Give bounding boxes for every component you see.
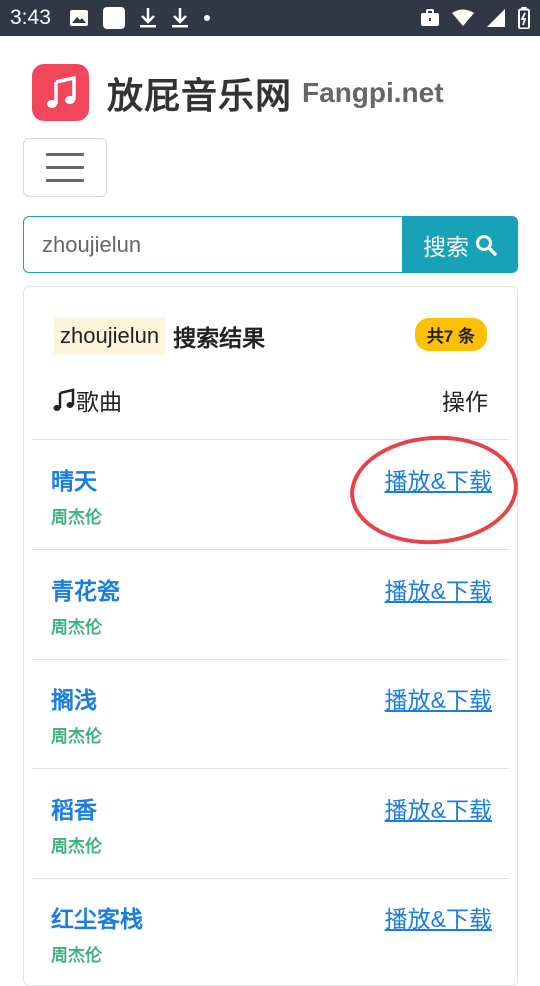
song-artist[interactable]: 周杰伦: [51, 941, 102, 966]
results-count-badge: 共7 条: [414, 318, 487, 351]
list-item: 稻香 周杰伦 播放&下载: [32, 769, 509, 877]
results-column-header: 歌曲 操作: [52, 383, 488, 417]
signal-icon: [487, 9, 505, 27]
briefcase-icon: [421, 9, 439, 26]
song-title[interactable]: 搁浅: [51, 681, 97, 715]
wifi-icon: [452, 9, 474, 26]
play-download-link[interactable]: 播放&下载: [385, 572, 492, 606]
site-header: 放屁音乐网 Fangpi.net: [32, 64, 444, 121]
download-icon: [171, 8, 188, 28]
logo[interactable]: [32, 64, 89, 121]
search-input[interactable]: [23, 216, 403, 273]
download-icon: [139, 8, 156, 28]
menu-toggle-button[interactable]: [23, 138, 107, 197]
results-title-text: 搜索结果: [173, 325, 266, 351]
song-title[interactable]: 稻香: [51, 791, 97, 825]
battery-icon: [518, 7, 530, 29]
status-bar: 3:43: [0, 0, 540, 36]
list-item: 红尘客栈 周杰伦 播放&下载: [32, 878, 509, 986]
image-icon: [69, 10, 88, 26]
column-song-label: 歌曲: [76, 389, 122, 415]
song-artist[interactable]: 周杰伦: [51, 503, 102, 528]
results-title: zhoujielun 搜索结果: [54, 317, 265, 355]
play-download-link[interactable]: 播放&下载: [385, 900, 492, 934]
list-item: 青花瓷 周杰伦 播放&下载: [32, 550, 509, 658]
play-download-link[interactable]: 播放&下载: [385, 791, 492, 825]
search-keyword: zhoujielun: [54, 317, 166, 355]
list-item: 搁浅 周杰伦 播放&下载: [32, 659, 509, 767]
music-note-icon: [46, 75, 76, 108]
search-bar: 搜索: [23, 216, 518, 273]
results-card: zhoujielun 搜索结果 共7 条 歌曲 操作 晴天 周杰伦 播放&下载 …: [23, 286, 518, 986]
column-action-label: 操作: [442, 389, 488, 415]
song-artist[interactable]: 周杰伦: [51, 613, 102, 638]
search-icon: [476, 234, 497, 256]
song-title[interactable]: 晴天: [51, 462, 97, 496]
hamburger-icon-line: [46, 179, 84, 182]
notification-dot-icon: [203, 15, 210, 21]
search-button-label: 搜索: [423, 233, 469, 260]
status-time: 3:43: [10, 6, 51, 29]
music-note-icon: [53, 388, 75, 411]
app-icon: [102, 7, 125, 29]
song-artist[interactable]: 周杰伦: [51, 722, 102, 747]
search-button[interactable]: 搜索: [402, 216, 518, 273]
song-title[interactable]: 红尘客栈: [51, 900, 143, 934]
play-download-link[interactable]: 播放&下载: [385, 681, 492, 715]
song-title[interactable]: 青花瓷: [51, 572, 120, 606]
site-domain: Fangpi.net: [302, 76, 444, 108]
site-title[interactable]: 放屁音乐网: [107, 67, 292, 119]
song-artist[interactable]: 周杰伦: [51, 832, 102, 857]
hamburger-icon-line: [46, 166, 84, 169]
hamburger-icon-line: [46, 153, 84, 156]
